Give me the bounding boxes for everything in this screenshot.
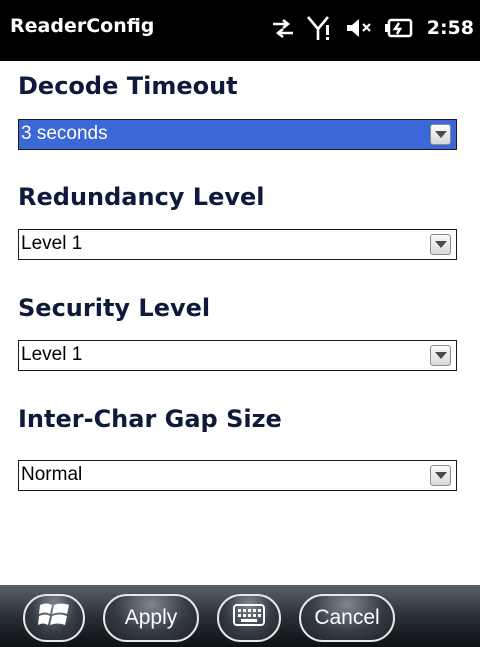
security-level-label: Security Level (18, 294, 211, 322)
redundancy-level-label: Redundancy Level (18, 183, 265, 211)
start-button[interactable] (23, 594, 85, 642)
cancel-button[interactable]: Cancel (299, 594, 395, 642)
keyboard-button[interactable] (217, 594, 281, 642)
signal-icon (306, 15, 333, 41)
windows-logo-icon (38, 600, 70, 636)
decode-timeout-value: 3 seconds (21, 123, 108, 144)
title-bar: ReaderConfig 2:58 (0, 0, 480, 61)
dropdown-arrow-icon[interactable] (430, 345, 451, 366)
taskbar: Apply Cancel (0, 585, 480, 647)
battery-charging-icon (384, 17, 413, 39)
security-level-value: Level 1 (21, 344, 83, 365)
inter-char-gap-size-label: Inter-Char Gap Size (18, 405, 282, 433)
decode-timeout-label: Decode Timeout (18, 72, 238, 100)
inter-char-gap-size-value: Normal (21, 464, 83, 485)
dropdown-arrow-icon[interactable] (430, 465, 451, 486)
app-title: ReaderConfig (10, 15, 155, 37)
redundancy-level-value: Level 1 (21, 233, 83, 254)
status-icons: 2:58 (271, 11, 474, 45)
volume-muted-icon (345, 17, 373, 39)
keyboard-icon (233, 604, 265, 632)
data-sync-icon (271, 16, 295, 40)
dropdown-arrow-icon[interactable] (430, 124, 451, 145)
decode-timeout-select[interactable]: 3 seconds (18, 119, 457, 150)
redundancy-level-select[interactable]: Level 1 (18, 229, 457, 260)
clock: 2:58 (426, 17, 474, 39)
inter-char-gap-size-select[interactable]: Normal (18, 460, 457, 491)
apply-button[interactable]: Apply (103, 594, 199, 642)
dropdown-arrow-icon[interactable] (430, 234, 451, 255)
security-level-select[interactable]: Level 1 (18, 340, 457, 371)
